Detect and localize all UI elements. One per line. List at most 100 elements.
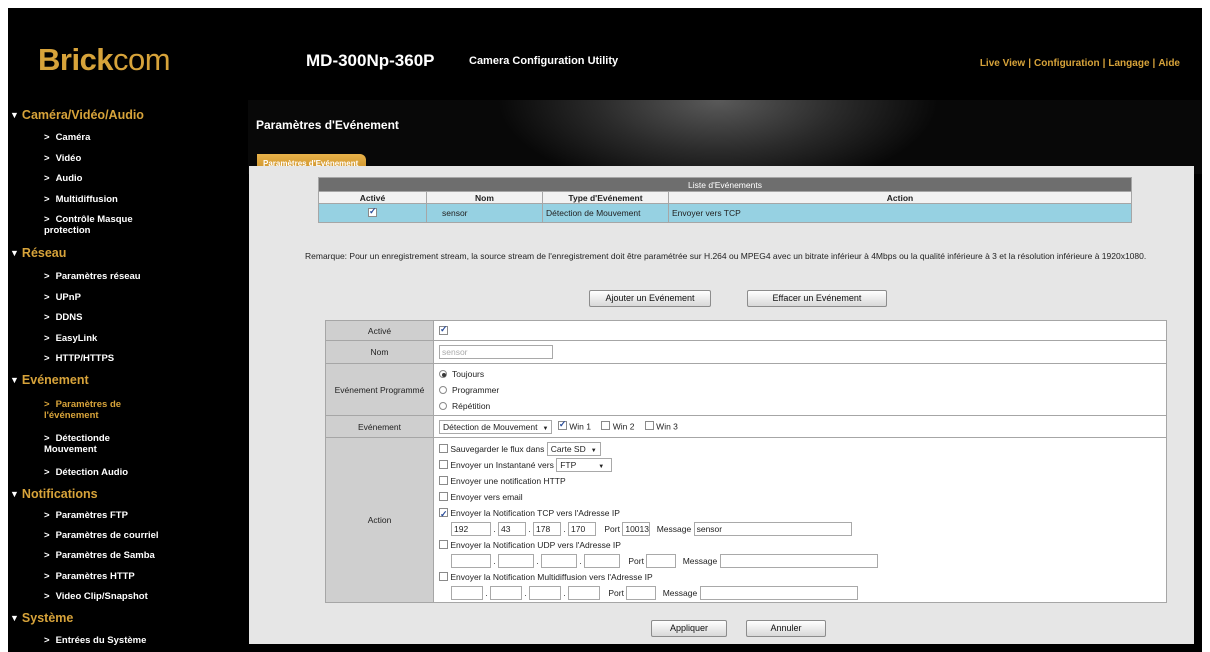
header: Brickcom MD-300Np-360P Camera Configurat… xyxy=(8,8,1202,100)
column-header-event-type: Type d'Evénement xyxy=(542,191,669,204)
radio-repeat[interactable] xyxy=(439,401,447,410)
multicast-ip-octet-1[interactable] xyxy=(451,586,483,601)
save-stream-checkbox[interactable] xyxy=(439,443,448,453)
event-cell: Détection de Mouvement▼ Win 1 Win 2 Win … xyxy=(433,415,1167,438)
sidebar-item-http-settings[interactable]: > Paramètres HTTP xyxy=(8,571,135,582)
tcp-ip-octet-2[interactable]: 43 xyxy=(498,522,526,537)
tcp-ip-octet-1[interactable]: 192 xyxy=(451,522,491,537)
nav-language[interactable]: Langage xyxy=(1108,58,1149,69)
save-stream-target-select[interactable]: Carte SD ▼ xyxy=(546,442,601,457)
top-navigation: Live View | Configuration | Langage | Aide xyxy=(979,58,1180,69)
radio-always[interactable] xyxy=(439,369,447,378)
sidebar-item-video[interactable]: > Vidéo xyxy=(8,153,81,164)
multicast-message-input[interactable] xyxy=(699,586,858,601)
tcp-ip-octet-4[interactable]: 170 xyxy=(568,522,596,537)
send-multicast-checkbox[interactable] xyxy=(439,571,448,581)
sidebar-item-audio-detection[interactable]: > Détection Audio xyxy=(8,467,128,478)
udp-port-input[interactable] xyxy=(646,554,677,569)
action-send-multicast: Envoyer la Notification Multidiffusion v… xyxy=(439,569,1166,585)
send-udp-checkbox[interactable] xyxy=(439,539,448,549)
schedule-label: Evénement Programmé xyxy=(325,363,434,416)
send-tcp-checkbox[interactable] xyxy=(439,506,448,522)
schedule-option-repeat[interactable]: Répétition xyxy=(439,398,1166,414)
name-input[interactable]: sensor xyxy=(439,345,553,359)
event-type-select[interactable]: Détection de Mouvement ▼ xyxy=(439,419,553,434)
schedule-option-always[interactable]: Toujours xyxy=(439,366,1166,382)
sidebar-section-notifications[interactable]: ▼ Notifications xyxy=(8,487,98,501)
schedule-option-schedule[interactable]: Programmer xyxy=(439,382,1166,398)
nav-help[interactable]: Aide xyxy=(1158,58,1180,69)
sidebar-item-upnp[interactable]: > UPnP xyxy=(8,292,81,303)
name-cell: sensor xyxy=(433,340,1167,364)
nav-live-view[interactable]: Live View xyxy=(980,58,1025,69)
send-snapshot-checkbox[interactable] xyxy=(439,459,448,469)
table-row[interactable]: sensor Détection de Mouvement Envoyer ve… xyxy=(318,203,1132,223)
udp-ip-octet-4[interactable] xyxy=(584,554,620,569)
multicast-ip-octet-2[interactable] xyxy=(490,586,522,601)
sidebar-item-http-https[interactable]: > HTTP/HTTPS xyxy=(8,353,114,364)
send-snapshot-target-select[interactable]: FTP ▼ xyxy=(556,458,613,473)
add-event-button[interactable]: Ajouter un Evénement xyxy=(589,290,711,307)
sidebar-item-samba-settings[interactable]: > Paramètres de Samba xyxy=(8,550,155,561)
model-name: MD-300Np-360P xyxy=(306,51,435,70)
enabled-cell xyxy=(433,320,1167,341)
action-send-udp: Envoyer la Notification UDP vers l'Adres… xyxy=(439,537,1166,553)
sidebar-item-event-settings[interactable]: > Paramètres de l'événement xyxy=(8,399,158,421)
action-cell: Sauvegarder le flux dans Carte SD ▼ Envoy… xyxy=(433,437,1167,603)
sidebar-item-video-clip[interactable]: > Video Clip/Snapshot xyxy=(8,591,148,602)
sidebar-item-system-inputs[interactable]: > Entrées du Système xyxy=(8,635,146,646)
chevron-down-icon: ▼ xyxy=(598,464,605,471)
sidebar-section-event[interactable]: ▼ Evénement xyxy=(8,373,89,387)
multicast-port-input[interactable] xyxy=(626,586,657,601)
sidebar-item-ftp-settings[interactable]: > Paramètres FTP xyxy=(8,510,128,521)
enabled-checkbox[interactable] xyxy=(439,324,448,335)
win2-checkbox[interactable] xyxy=(601,420,611,430)
cancel-button[interactable]: Annuler xyxy=(746,620,826,637)
tcp-port-input[interactable]: 10013 xyxy=(622,522,651,537)
send-email-checkbox[interactable] xyxy=(439,491,448,501)
udp-message-input[interactable] xyxy=(719,554,878,569)
row-enabled-checkbox[interactable] xyxy=(368,206,377,217)
udp-ip-octet-2[interactable] xyxy=(498,554,534,569)
nav-configuration[interactable]: Configuration xyxy=(1034,58,1100,69)
action-send-snapshot: Envoyer un Instantané vers FTP ▼ xyxy=(439,457,1166,473)
sidebar-section-network[interactable]: ▼ Réseau xyxy=(8,246,66,260)
tcp-ip-octet-3[interactable]: 178 xyxy=(533,522,561,537)
multicast-address-row: ... Port Message xyxy=(439,585,1166,601)
remark-text: Remarque: Pour un enregistrement stream,… xyxy=(305,251,1147,261)
sidebar-section-system[interactable]: ▼ Système xyxy=(8,611,73,625)
sidebar: ▼ Caméra/Vidéo/Audio > Caméra > Vidéo > Audi… xyxy=(8,108,248,652)
delete-event-button[interactable]: Effacer un Evénement xyxy=(747,290,887,307)
win3-checkbox[interactable] xyxy=(644,420,654,430)
sidebar-item-audio[interactable]: > Audio xyxy=(8,173,82,184)
sidebar-item-multicast[interactable]: > Multidiffusion xyxy=(8,194,118,205)
tcp-port-label: Port xyxy=(604,523,620,534)
sidebar-section-camera[interactable]: ▼ Caméra/Vidéo/Audio xyxy=(8,108,144,122)
multicast-port-label: Port xyxy=(608,587,624,598)
sidebar-item-motion-detection[interactable]: > Détectionde Mouvement xyxy=(8,433,158,455)
tcp-address-row: 192. 43. 178. 170 Port 10013 Message sensor xyxy=(439,521,1166,537)
multicast-ip-octet-4[interactable] xyxy=(568,586,600,601)
udp-port-label: Port xyxy=(628,555,644,566)
sidebar-item-network-settings[interactable]: > Paramètres réseau xyxy=(8,271,141,282)
apply-button[interactable]: Appliquer xyxy=(651,620,727,637)
sidebar-item-email-settings[interactable]: > Paramètres de courriel xyxy=(8,530,159,541)
send-http-checkbox[interactable] xyxy=(439,475,448,485)
udp-ip-octet-1[interactable] xyxy=(451,554,491,569)
multicast-ip-octet-3[interactable] xyxy=(529,586,561,601)
sidebar-item-easylink[interactable]: > EasyLink xyxy=(8,333,97,344)
win1-checkbox[interactable] xyxy=(557,419,567,430)
sidebar-item-privacy-mask[interactable]: > Contrôle Masque protection xyxy=(8,214,168,236)
udp-ip-octet-3[interactable] xyxy=(541,554,577,569)
sidebar-item-camera[interactable]: > Caméra xyxy=(8,132,90,143)
app-subtitle: Camera Configuration Utility xyxy=(469,55,619,67)
tcp-message-input[interactable]: sensor xyxy=(693,522,852,537)
sidebar-item-ddns[interactable]: > DDNS xyxy=(8,312,82,323)
column-header-enabled: Activé xyxy=(318,191,427,204)
schedule-cell: Toujours Programmer Répétition xyxy=(433,363,1167,416)
page-title-bar: Paramètres d'Evénement Paramètres d'Evén… xyxy=(248,100,1202,174)
radio-schedule[interactable] xyxy=(439,385,447,394)
action-save-stream: Sauvegarder le flux dans Carte SD ▼ xyxy=(439,441,1166,457)
row-name-cell: sensor xyxy=(426,203,543,223)
event-settings-form: Activé Nom sensor Evénement Programmé To… xyxy=(325,320,1167,603)
